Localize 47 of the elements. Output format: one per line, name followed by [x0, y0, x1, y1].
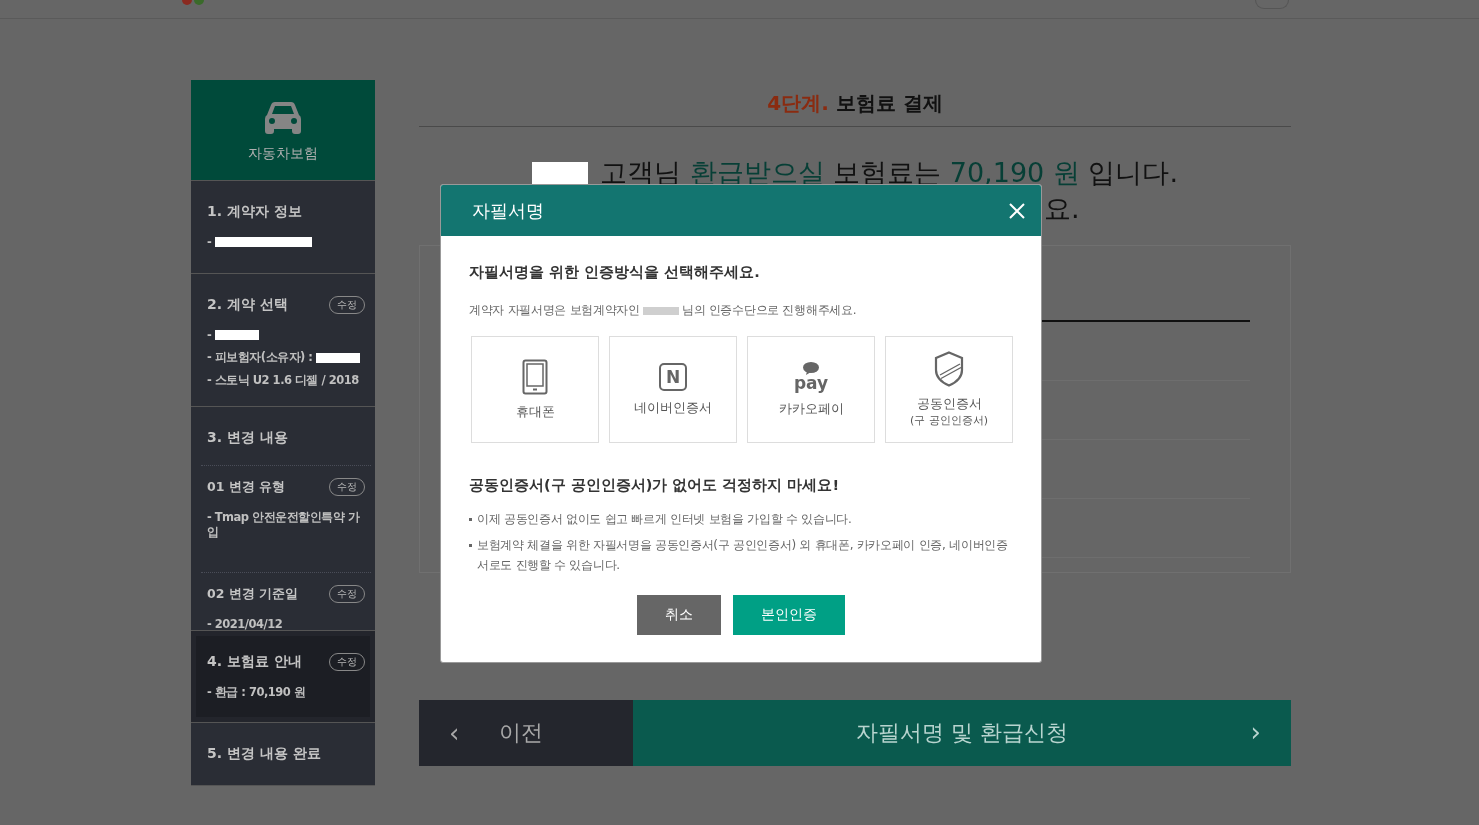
substep-title: 02 변경 기준일	[207, 585, 299, 603]
page-title: 4단계. 보험료 결제	[767, 89, 943, 117]
substep-title: 01 변경 유형	[207, 478, 286, 496]
active-step-panel[interactable]: 4. 보험료 안내 수정 - 환급 : 70,190 원	[191, 631, 375, 723]
bullet-text: 보험계약 체결을 위한 자필서명을 공동인증서(구 공인인증서) 외 휴대폰, 카카오페이 인증, 네이버인증서로도 진행할 수 있습니다.	[477, 537, 1009, 574]
auth-option[interactable]: 공동인증서 (구 공인인증서)	[885, 336, 1013, 443]
auth-option[interactable]: pay 카카오페이	[747, 336, 875, 443]
step-detail: - 스토닉 U2 1.6 디젤 / 2018	[207, 373, 359, 388]
phone-icon	[522, 358, 548, 395]
step-title: 4. 보험료 안내	[207, 653, 302, 671]
bullet-icon	[469, 544, 472, 547]
previous-button[interactable]: ‹ 이전	[419, 700, 633, 766]
redaction-block	[642, 306, 679, 315]
redaction-block	[215, 330, 260, 340]
auth-option[interactable]: 휴대폰	[471, 336, 599, 443]
cancel-button[interactable]: 취소	[637, 595, 721, 635]
notice-text: 님의 인증수단으로 진행해주세요.	[681, 302, 857, 319]
step-detail: -	[207, 235, 212, 249]
step-detail: - 2021/04/12	[207, 617, 283, 631]
message-text: 70,190 원	[949, 156, 1080, 190]
redaction-block	[316, 352, 361, 363]
step-panel[interactable]: 1. 계약자 정보 -	[191, 181, 375, 274]
notice-text: 계약자 자필서명은 보험계약자인	[469, 302, 640, 319]
dialog-title: 자필서명	[472, 198, 544, 223]
step-panel[interactable]: 2. 계약 선택 수정 - - 피보험자(소유자) : - 스토닉 U2 1.6 디젤 / 2018	[191, 274, 375, 407]
step-title: 5. 변경 내용 완료	[207, 745, 321, 763]
dialog-heading: 자필서명을 위한 인증방식을 선택해주세요.	[469, 263, 761, 282]
bullet-icon	[469, 518, 472, 521]
step-title: 3. 변경 내용	[207, 429, 288, 447]
step-panel[interactable]: 5. 변경 내용 완료	[191, 723, 375, 786]
auth-option[interactable]: N 네이버인증서	[609, 336, 737, 443]
step-detail: - Tmap 안전운전할인특약 가입	[207, 510, 361, 540]
shield-icon	[934, 351, 964, 387]
step-title: 1. 계약자 정보	[207, 203, 302, 221]
close-icon[interactable]	[1009, 202, 1025, 219]
n-logo-icon: N	[659, 362, 687, 391]
step-title: 2. 계약 선택	[207, 296, 288, 314]
message-text: 요.	[1044, 193, 1080, 224]
car-icon	[264, 101, 302, 135]
step-detail: - 환급 : 70,190 원	[207, 685, 306, 700]
sidebar-title: 자동차보험	[248, 145, 318, 163]
section-heading: 공동인증서(구 공인인증서)가 없어도 걱정하지 마세요!	[469, 476, 841, 495]
step-detail: -	[207, 328, 212, 342]
bullet-text: 이제 공동인증서 없이도 쉽고 빠르게 인터넷 보험을 가입할 수 있습니다.	[477, 511, 852, 528]
step-detail: - 피보험자(소유자) :	[207, 350, 313, 365]
message-text: 입니다.	[1087, 156, 1178, 190]
submit-button[interactable]: 자필서명 및 환급신청 ›	[633, 700, 1291, 766]
